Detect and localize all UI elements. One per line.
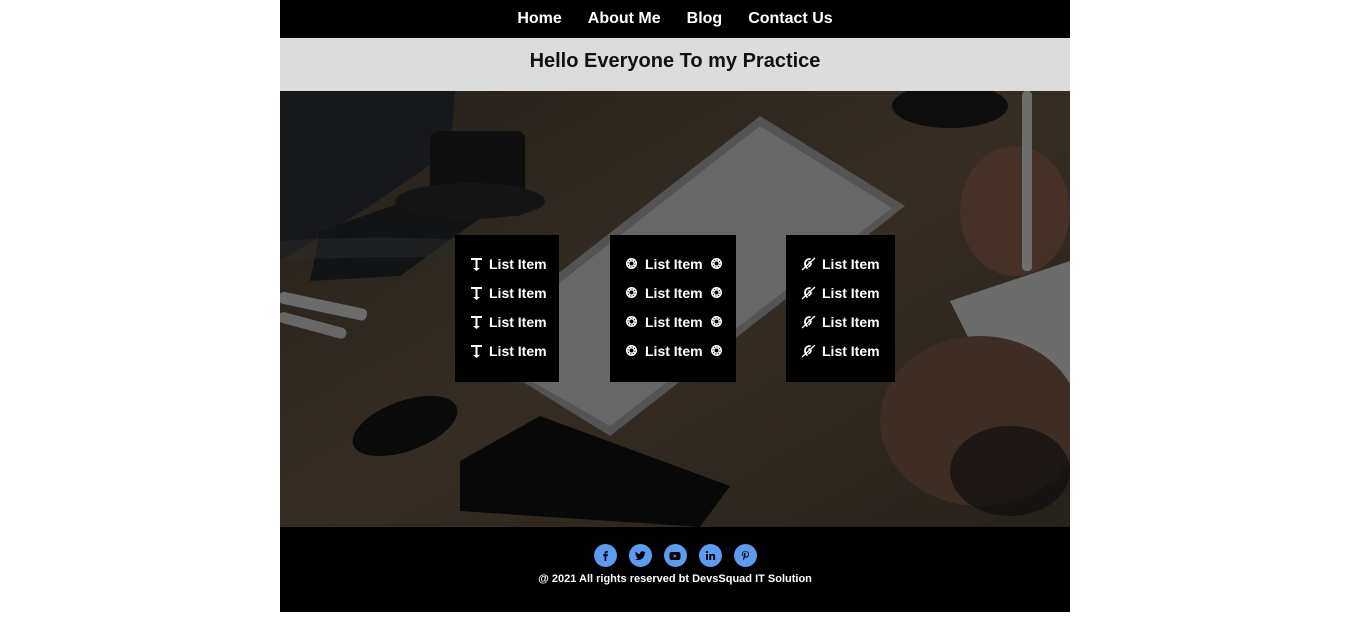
list-item-label: List Item bbox=[489, 342, 547, 359]
text-height-icon bbox=[471, 257, 482, 271]
twitter-icon bbox=[634, 551, 645, 560]
facebook-icon bbox=[602, 551, 608, 561]
youtube-icon bbox=[669, 551, 681, 560]
list-item-label: List Item bbox=[645, 313, 703, 330]
nav-home[interactable]: Home bbox=[517, 10, 561, 28]
page-header: Hello Everyone To my Practice bbox=[280, 38, 1070, 91]
list-item: List Item bbox=[625, 336, 736, 365]
list-item: List Item bbox=[470, 336, 559, 365]
list-item-label: List Item bbox=[645, 284, 703, 301]
page-title: Hello Everyone To my Practice bbox=[529, 50, 821, 72]
list-item: List Item bbox=[625, 278, 736, 307]
gear-icon bbox=[626, 345, 637, 356]
gear-icon bbox=[710, 345, 722, 356]
list-item: List Item bbox=[801, 307, 895, 336]
linkedin-icon bbox=[705, 550, 715, 560]
list-item: List Item bbox=[470, 278, 559, 307]
list-item-label: List Item bbox=[822, 255, 880, 272]
list-box-2: List Item List Item List Item List Item bbox=[610, 235, 736, 382]
list-item: List Item bbox=[470, 249, 559, 278]
list-item-label: List Item bbox=[489, 313, 547, 330]
text-height-icon bbox=[471, 315, 482, 329]
text-height-icon bbox=[471, 286, 482, 300]
list-item-label: List Item bbox=[645, 255, 703, 272]
hero-section: List Item List Item List Item List Item bbox=[280, 91, 1070, 527]
list-item-label: List Item bbox=[489, 255, 547, 272]
list-item: List Item bbox=[801, 249, 895, 278]
list-item: List Item bbox=[625, 249, 736, 278]
list-item: List Item bbox=[625, 307, 736, 336]
footer: @ 2021 All rights reserved bt DevsSquad … bbox=[280, 527, 1070, 612]
text-height-icon bbox=[471, 344, 482, 358]
list-item-label: List Item bbox=[822, 313, 880, 330]
deaf-icon bbox=[801, 257, 816, 270]
gear-icon bbox=[626, 316, 637, 327]
list-box-3: List Item List Item List Item List Item bbox=[786, 235, 895, 382]
nav-contact-us[interactable]: Contact Us bbox=[748, 10, 832, 28]
deaf-icon bbox=[801, 286, 816, 299]
pinterest-link[interactable] bbox=[733, 544, 757, 567]
social-links bbox=[588, 544, 763, 567]
list-item: List Item bbox=[801, 336, 895, 365]
list-item: List Item bbox=[801, 278, 895, 307]
nav-blog[interactable]: Blog bbox=[687, 10, 723, 28]
pinterest-icon bbox=[741, 551, 749, 561]
list-item-label: List Item bbox=[645, 342, 703, 359]
list-item-label: List Item bbox=[489, 284, 547, 301]
list-box-1: List Item List Item List Item List Item bbox=[455, 235, 559, 382]
gear-icon bbox=[626, 258, 637, 269]
deaf-icon bbox=[801, 315, 816, 328]
page: Home About Me Blog Contact Us Hello Ever… bbox=[280, 0, 1070, 612]
deaf-icon bbox=[801, 344, 816, 357]
linkedin-link[interactable] bbox=[698, 544, 722, 567]
gear-icon bbox=[626, 287, 637, 298]
twitter-link[interactable] bbox=[628, 544, 652, 567]
copyright-text: @ 2021 All rights reserved bt DevsSquad … bbox=[538, 573, 812, 585]
facebook-link[interactable] bbox=[593, 544, 617, 567]
list-item-label: List Item bbox=[822, 284, 880, 301]
youtube-link[interactable] bbox=[663, 544, 687, 567]
top-nav: Home About Me Blog Contact Us bbox=[280, 0, 1070, 38]
gear-icon bbox=[710, 258, 722, 269]
nav-about-me[interactable]: About Me bbox=[588, 10, 661, 28]
list-item-label: List Item bbox=[822, 342, 880, 359]
gear-icon bbox=[710, 316, 722, 327]
list-item: List Item bbox=[470, 307, 559, 336]
gear-icon bbox=[710, 287, 722, 298]
